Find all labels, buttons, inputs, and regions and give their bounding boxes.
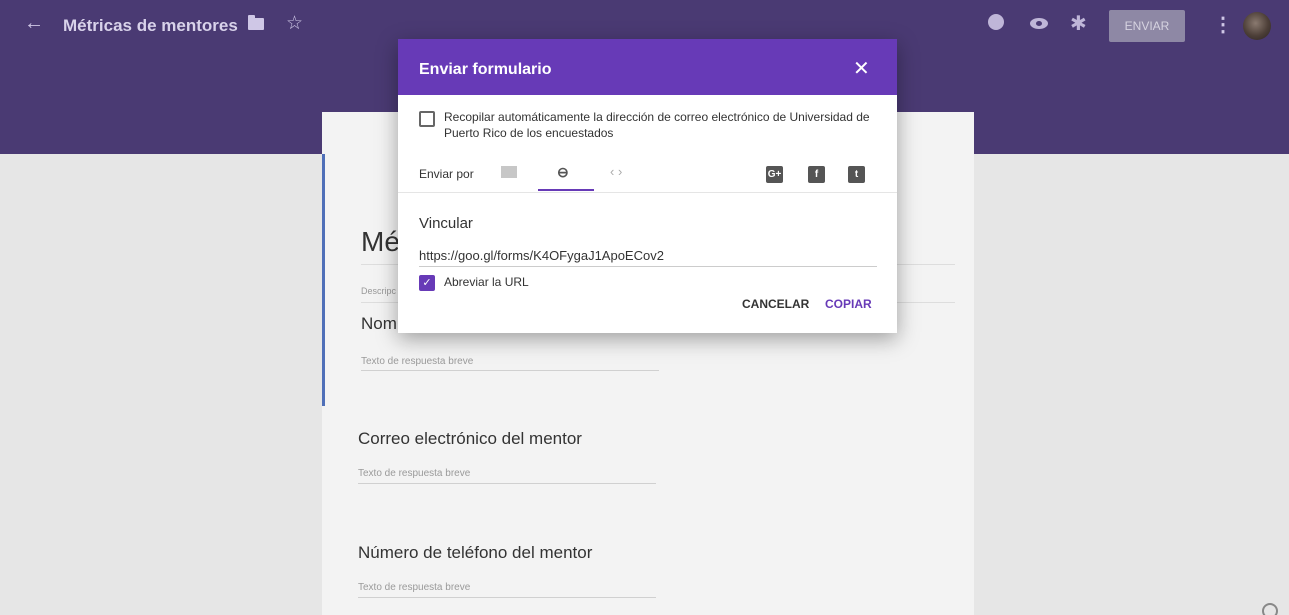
tab-email[interactable]: [492, 159, 532, 191]
palette-icon[interactable]: [988, 14, 1004, 30]
link-panel: Vincular https://goo.gl/forms/K4OFygaJ1A…: [398, 192, 897, 333]
embed-icon: ‹ ›: [610, 164, 623, 179]
tab-embed[interactable]: ‹ ›: [603, 159, 643, 191]
answer-underline: [361, 370, 659, 371]
link-icon: ⊖: [557, 164, 569, 180]
link-panel-title: Vincular: [419, 215, 473, 232]
collect-email-label: Recopilar automáticamente la dirección d…: [444, 110, 870, 140]
shorten-url-label: Abreviar la URL: [444, 275, 529, 289]
answer-underline: [358, 597, 656, 598]
question-title-phone[interactable]: Número de teléfono del mentor: [358, 543, 592, 563]
back-arrow-icon[interactable]: ←: [24, 12, 44, 35]
question-placeholder-name: Texto de respuesta breve: [361, 356, 474, 367]
collect-email-checkbox[interactable]: [419, 111, 435, 127]
dialog-title: Enviar formulario: [419, 61, 552, 78]
help-icon[interactable]: [1262, 603, 1278, 615]
question-placeholder-phone: Texto de respuesta breve: [358, 582, 471, 593]
send-form-dialog: Enviar formulario ✕ Recopilar automática…: [398, 39, 897, 333]
tab-link[interactable]: ⊖: [538, 159, 594, 191]
form-description[interactable]: Descripc: [361, 286, 396, 296]
copy-button[interactable]: COPIAR: [825, 297, 872, 311]
form-url-field[interactable]: https://goo.gl/forms/K4OFygaJ1ApoECov2: [419, 248, 664, 263]
google-plus-icon[interactable]: G+: [766, 166, 783, 183]
twitter-icon[interactable]: t: [848, 166, 865, 183]
form-title[interactable]: Métricas de mentores: [63, 16, 238, 36]
shorten-url-checkbox[interactable]: ✓: [419, 275, 435, 291]
cancel-button[interactable]: CANCELAR: [742, 297, 809, 311]
more-vert-icon[interactable]: ⋮: [1213, 12, 1233, 37]
url-underline: [419, 266, 877, 267]
answer-underline: [358, 483, 656, 484]
question-placeholder-email: Texto de respuesta breve: [358, 468, 471, 479]
eye-icon[interactable]: [1030, 18, 1048, 29]
avatar[interactable]: [1243, 12, 1271, 40]
close-icon[interactable]: ✕: [853, 56, 870, 81]
gear-icon[interactable]: ✱: [1070, 11, 1087, 36]
folder-icon[interactable]: [248, 15, 264, 30]
email-icon: [501, 166, 517, 178]
facebook-icon[interactable]: f: [808, 166, 825, 183]
question-title-email[interactable]: Correo electrónico del mentor: [358, 429, 582, 449]
dialog-header: Enviar formulario ✕: [398, 39, 897, 95]
form-card-title[interactable]: Mé: [361, 226, 400, 258]
send-by-label: Enviar por: [419, 167, 474, 181]
send-button[interactable]: ENVIAR: [1109, 10, 1185, 42]
star-icon[interactable]: ☆: [286, 12, 303, 35]
